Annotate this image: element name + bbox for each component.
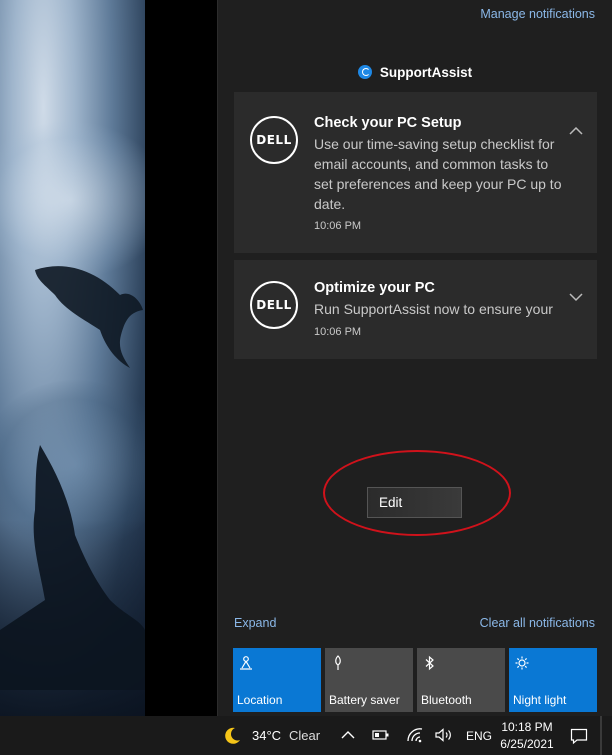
- quick-action-label: Night light: [513, 693, 567, 707]
- annotation-circle: [323, 450, 511, 536]
- language-indicator[interactable]: ENG: [466, 716, 492, 755]
- taskbar: 34°C Clear ENG 10:18 PM 6/25/2021: [0, 716, 612, 755]
- notification-group-header[interactable]: SupportAssist: [218, 62, 612, 82]
- battery-saver-icon: [335, 655, 341, 670]
- show-desktop-divider[interactable]: [600, 716, 602, 755]
- clock-date: 6/25/2021: [500, 737, 554, 751]
- weather-temperature[interactable]: 34°C: [252, 716, 281, 755]
- quick-actions-grid: Location Battery saver Bluetooth Night l…: [233, 648, 598, 712]
- notification-title: Check your PC Setup: [314, 115, 462, 131]
- chevron-down-icon[interactable]: [569, 292, 583, 302]
- location-icon: [240, 656, 252, 670]
- quick-action-label: Battery saver: [329, 693, 400, 707]
- wifi-icon[interactable]: [406, 727, 424, 743]
- clock-time: 10:18 PM: [501, 720, 553, 734]
- quick-action-label: Location: [237, 693, 283, 707]
- dell-logo-icon: DELL: [250, 281, 298, 329]
- action-center-icon[interactable]: [570, 727, 588, 745]
- dell-logo-icon: DELL: [250, 116, 298, 164]
- notification-card[interactable]: DELL Optimize your PC Run SupportAssist …: [234, 260, 597, 359]
- chevron-up-icon[interactable]: [341, 730, 355, 740]
- notification-body: Run SupportAssist now to ensure your: [314, 301, 553, 317]
- desktop-gap: [145, 0, 217, 716]
- desktop-wallpaper: [0, 0, 145, 716]
- notification-card[interactable]: DELL Check your PC Setup Use our time-sa…: [234, 92, 597, 253]
- quick-action-night-light[interactable]: Night light: [509, 648, 597, 712]
- notification-title: Optimize your PC: [314, 280, 435, 296]
- bird-silhouette-icon: [0, 445, 145, 690]
- notification-time: 10:06 PM: [314, 326, 362, 338]
- notification-body: Use our time-saving setup checklist for …: [314, 136, 562, 212]
- moon-icon[interactable]: [222, 726, 242, 746]
- notification-group-title: SupportAssist: [379, 64, 473, 80]
- quick-action-label: Bluetooth: [421, 693, 472, 707]
- weather-condition[interactable]: Clear: [289, 716, 320, 755]
- supportassist-icon: [357, 65, 372, 79]
- volume-icon[interactable]: [435, 728, 453, 742]
- quick-action-battery-saver[interactable]: Battery saver: [325, 648, 413, 712]
- bird-silhouette-icon: [35, 266, 143, 368]
- action-center-panel: Manage notifications SupportAssist DELL …: [217, 0, 612, 716]
- bluetooth-icon: [425, 655, 434, 671]
- manage-notifications-link[interactable]: Manage notifications: [480, 7, 595, 21]
- expand-link[interactable]: Expand: [234, 616, 276, 630]
- notification-time: 10:06 PM: [314, 220, 362, 232]
- chevron-up-icon[interactable]: [569, 126, 583, 136]
- night-light-icon: [515, 656, 529, 670]
- clear-all-notifications-link[interactable]: Clear all notifications: [480, 616, 595, 630]
- quick-action-location[interactable]: Location: [233, 648, 321, 712]
- battery-icon[interactable]: [372, 729, 390, 741]
- quick-action-bluetooth[interactable]: Bluetooth: [417, 648, 505, 712]
- taskbar-clock[interactable]: 10:18 PM 6/25/2021: [492, 719, 562, 753]
